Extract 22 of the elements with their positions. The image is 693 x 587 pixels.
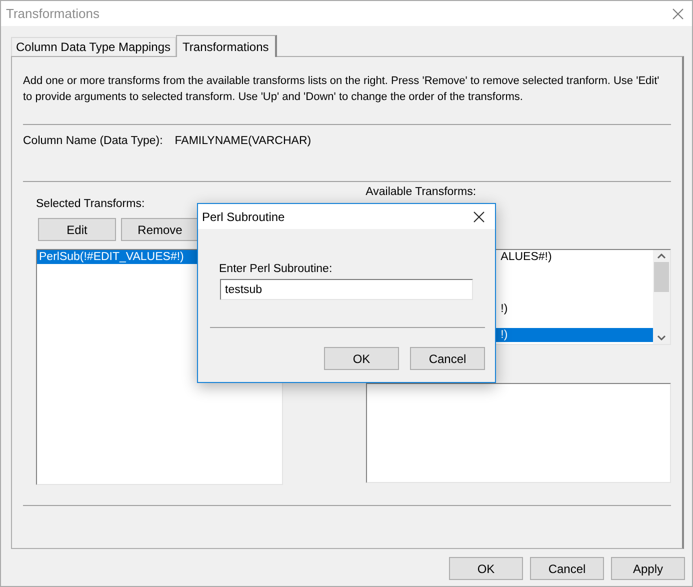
dialog-button[interactable]: Cancel [410, 347, 485, 370]
dialog-button[interactable]: Cancel [530, 557, 604, 580]
input-field[interactable]: testsub [220, 279, 473, 300]
dialog-title: Perl Subroutine [202, 208, 285, 226]
dialog-button[interactable]: Apply [611, 557, 685, 580]
dialog-button[interactable]: OK [324, 347, 399, 370]
chevron-up-icon[interactable] [657, 253, 666, 260]
description-text: Add one or more transforms from the available transforms lists on the right. Press 'Remove' to remove selected tranform. Use 'Edit' to provide arguments to selected transform. Use 'Up' and 'Down' to change the order of the transforms. [23, 74, 660, 105]
selected-transforms-label: Selected Transforms: [36, 197, 145, 212]
scrollbar[interactable] [653, 250, 670, 344]
window-title: Transformations [6, 4, 100, 23]
column-name-label: Column Name (Data Type): [23, 134, 163, 149]
tab[interactable]: Transformations [176, 35, 277, 57]
available-transforms-label: Available Transforms: [366, 185, 478, 200]
close-icon[interactable] [473, 210, 485, 222]
dialog-button[interactable]: OK [449, 557, 523, 580]
tab[interactable]: Column Data Type Mappings [11, 37, 176, 56]
transform-button[interactable]: Edit [38, 218, 116, 242]
column-name-value: FAMILYNAME(VARCHAR) [174, 134, 312, 149]
field-label: Enter Perl Subroutine: [219, 262, 334, 275]
transform-button[interactable]: Remove [121, 218, 199, 242]
chevron-down-icon[interactable] [657, 335, 666, 342]
